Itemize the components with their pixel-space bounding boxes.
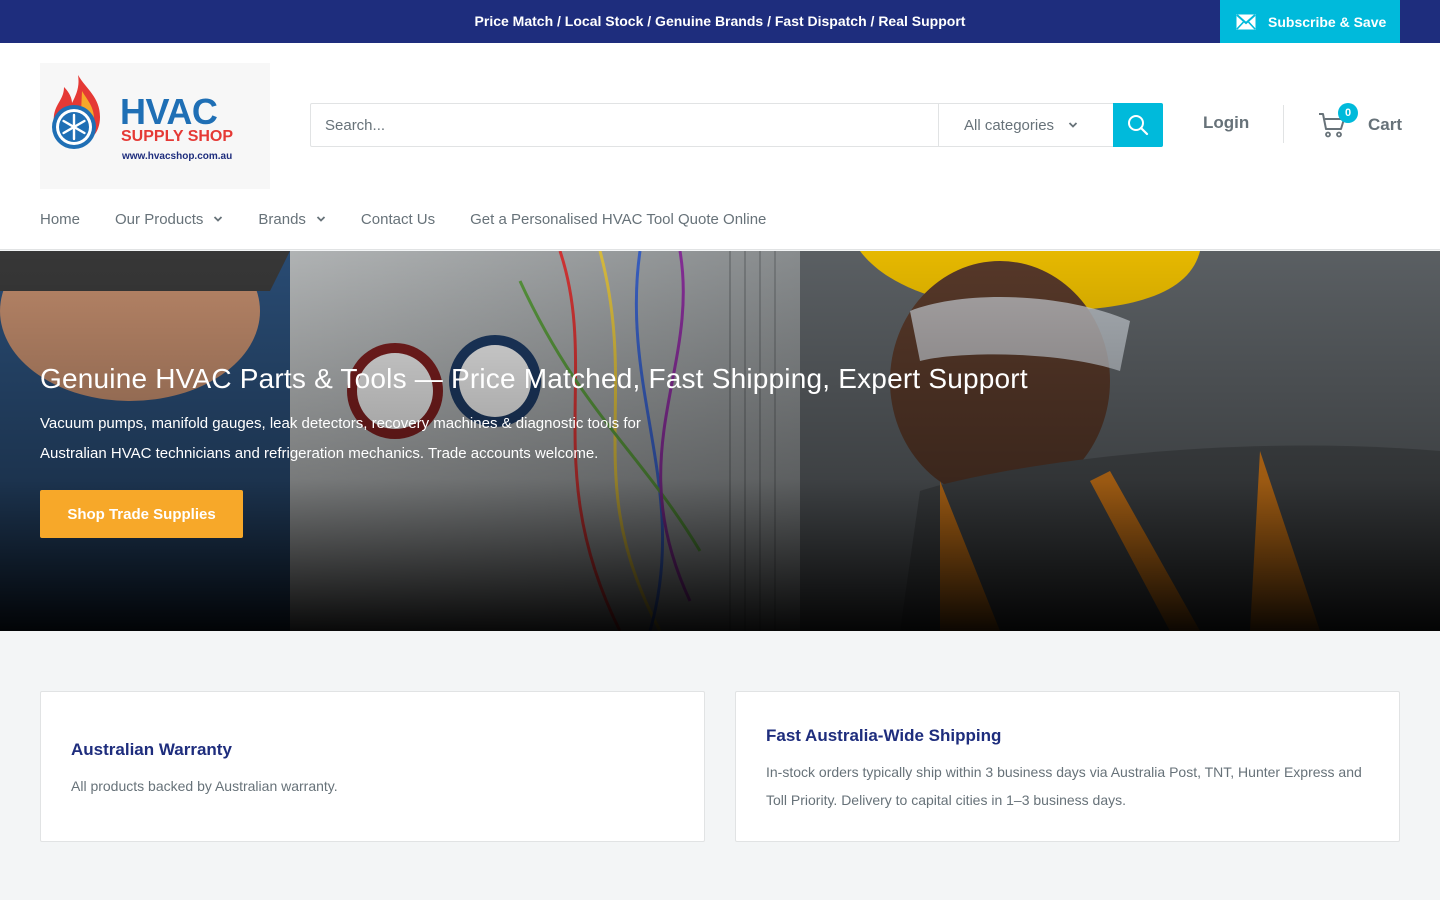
logo-text-hvac: HVAC xyxy=(120,91,218,132)
info-card-warranty: Australian Warranty All products backed … xyxy=(40,691,705,842)
chevron-down-icon xyxy=(316,216,326,222)
hero-title: Genuine HVAC Parts & Tools — Price Match… xyxy=(40,363,1028,394)
mail-icon xyxy=(1236,13,1256,30)
info-card-text: All products backed by Australian warran… xyxy=(71,778,338,794)
cart-count-badge: 0 xyxy=(1338,103,1358,123)
logo-text-url: www.hvacshop.com.au xyxy=(122,151,233,162)
search-bar: All categories xyxy=(310,103,1163,147)
flame-snowflake-logo-icon xyxy=(52,75,100,149)
nav-item-label: Our Products xyxy=(115,210,204,228)
hvac-logo[interactable]: HVAC SUPPLY SHOP www.hvacshop.com.au xyxy=(40,63,270,189)
nav-item-quote[interactable]: Get a Personalised HVAC Tool Quote Onlin… xyxy=(470,211,766,228)
shop-trade-supplies-button[interactable]: Shop Trade Supplies xyxy=(40,490,243,538)
announcement-bar: Price Match / Local Stock / Genuine Bran… xyxy=(0,0,1440,43)
nav-item-our-products[interactable]: Our Products xyxy=(115,211,223,228)
logo-text-supply-shop: SUPPLY SHOP xyxy=(121,128,234,145)
login-link[interactable]: Login xyxy=(1203,113,1249,133)
category-select[interactable]: All categories xyxy=(938,104,1114,146)
main-nav: Home Our Products Brands Contact Us Get … xyxy=(40,208,801,230)
nav-item-label: Get a Personalised HVAC Tool Quote Onlin… xyxy=(470,210,767,228)
cart-button[interactable]: 0 Cart xyxy=(1318,103,1403,143)
hero-subtitle: Vacuum pumps, manifold gauges, leak dete… xyxy=(40,415,641,462)
nav-item-contact-us[interactable]: Contact Us xyxy=(361,211,435,228)
nav-item-label: Brands xyxy=(258,210,306,228)
nav-item-brands[interactable]: Brands xyxy=(258,211,326,228)
header-divider xyxy=(1283,105,1284,143)
info-card-title: Australian Warranty xyxy=(71,740,232,759)
info-card-text: In-stock orders typically ship within 3 … xyxy=(766,764,1362,808)
cart-label: Cart xyxy=(1368,115,1403,134)
site-header: HVAC SUPPLY SHOP www.hvacshop.com.au All… xyxy=(0,43,1440,250)
search-input[interactable] xyxy=(311,104,938,146)
chevron-down-icon xyxy=(214,216,223,222)
nav-item-home[interactable]: Home xyxy=(40,211,80,228)
category-select-value: All categories xyxy=(964,116,1055,134)
search-icon xyxy=(1128,115,1149,136)
chevron-down-icon xyxy=(1068,122,1078,128)
subscribe-label: Subscribe & Save xyxy=(1268,13,1387,30)
hero-banner: Genuine HVAC Parts & Tools — Price Match… xyxy=(0,251,1440,631)
info-card-title: Fast Australia-Wide Shipping xyxy=(766,726,1002,745)
info-card-shipping: Fast Australia-Wide Shipping In-stock or… xyxy=(735,691,1400,842)
nav-item-label: Home xyxy=(40,210,81,228)
nav-item-label: Contact Us xyxy=(360,210,436,228)
subscribe-button[interactable]: Subscribe & Save xyxy=(1220,0,1400,43)
search-button[interactable] xyxy=(1113,103,1163,147)
